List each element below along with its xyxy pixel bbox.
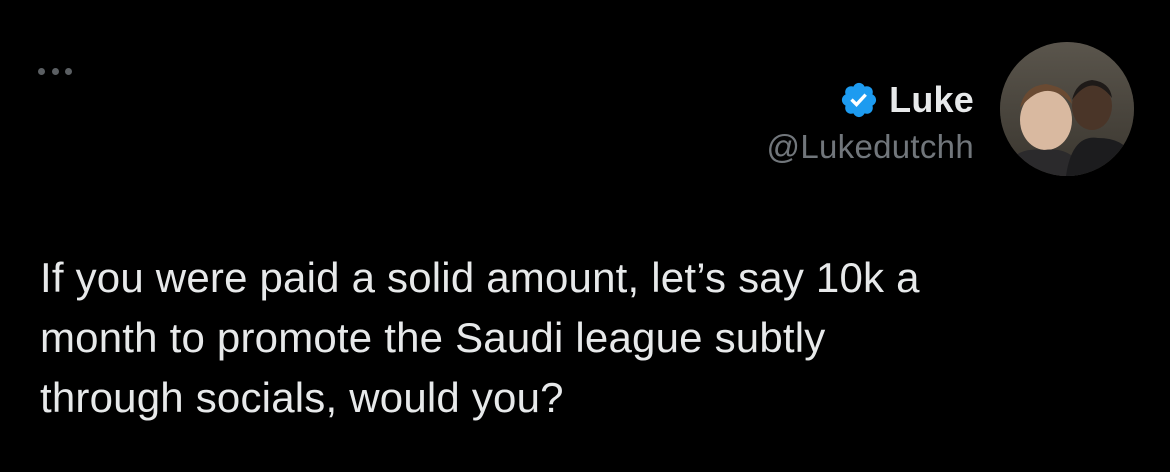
author-name-row: Luke [767,78,974,122]
tweet-text: If you were paid a solid amount, let’s s… [40,254,920,421]
profile-photo-icon [1000,42,1134,176]
author-handle[interactable]: @Lukedutchh [767,128,974,166]
verified-badge-icon [842,82,877,118]
ellipsis-icon-dot [51,67,59,75]
tweet-author[interactable]: Luke @Lukedutchh [767,78,974,166]
avatar[interactable] [1000,42,1134,176]
more-options-button[interactable] [38,62,72,80]
ellipsis-icon [38,67,45,75]
author-display-name[interactable]: Luke [889,79,974,121]
ellipsis-icon-dot [65,67,72,75]
